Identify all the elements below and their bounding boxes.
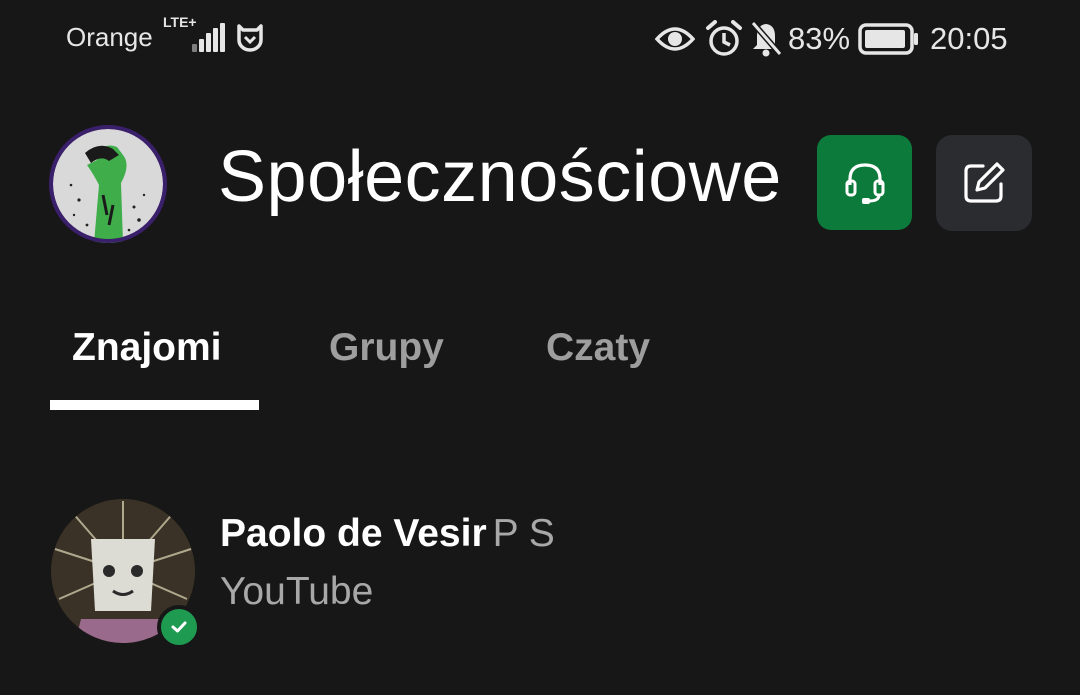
eye-icon [655, 27, 695, 51]
battery-icon [858, 23, 918, 55]
bell-off-icon [750, 21, 783, 57]
friend-gamertag: Paolo de Vesir [220, 512, 487, 555]
tab-chats[interactable]: Czaty [546, 326, 650, 370]
tab-friends[interactable]: Znajomi [72, 326, 222, 370]
check-icon [171, 621, 187, 633]
active-tab-indicator [50, 400, 259, 410]
status-bar: Orange LTE+ 83% 20:05 [0, 0, 1080, 80]
compose-icon [964, 162, 1005, 203]
friend-status: YouTube [220, 570, 374, 613]
signal-icon [190, 22, 225, 52]
battery-percent: 83% [788, 21, 851, 56]
friend-list-item[interactable]: Paolo de Vesir P S YouTube [0, 495, 1080, 655]
friend-name: Paolo de Vesir P S [220, 512, 555, 556]
tab-groups[interactable]: Grupy [329, 326, 444, 370]
profile-avatar-image [49, 125, 167, 243]
alarm-icon [706, 20, 742, 56]
friend-real-name: P S [492, 512, 555, 555]
mi-icon [237, 24, 263, 52]
headset-icon [845, 162, 884, 204]
clock: 20:05 [930, 21, 1008, 56]
page-title: Społecznościowe [218, 137, 782, 217]
carrier-label: Orange [66, 22, 153, 52]
online-badge [157, 605, 201, 649]
party-chat-button[interactable] [817, 135, 912, 230]
profile-avatar[interactable] [49, 125, 167, 243]
compose-button[interactable] [936, 135, 1032, 231]
